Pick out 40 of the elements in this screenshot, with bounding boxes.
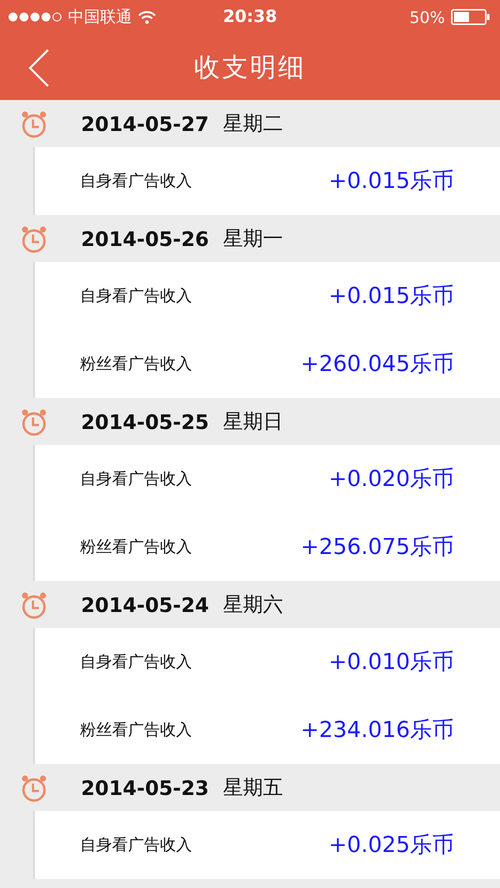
alarm-clock-icon [20, 110, 48, 138]
income-amount: +0.010乐币 [328, 649, 454, 677]
date-text: 2014-05-27 [81, 112, 209, 136]
income-amount: +256.075乐币 [300, 534, 454, 562]
battery-icon [451, 9, 490, 25]
income-amount: +234.016乐币 [300, 717, 454, 745]
page-title: 收支明细 [194, 52, 306, 84]
alarm-clock-icon [20, 590, 48, 618]
alarm-clock-icon [20, 774, 48, 802]
income-label: 粉丝看广告收入 [80, 536, 192, 558]
battery-percent: 50% [409, 8, 445, 26]
signal-icon [8, 12, 62, 22]
date-text: 2014-05-24 [81, 592, 209, 616]
date-text: 2014-05-25 [81, 410, 209, 434]
alarm-clock-icon [20, 408, 48, 436]
income-label: 粉丝看广告收入 [80, 720, 192, 740]
back-chevron-icon [28, 48, 50, 88]
income-amount: +0.015乐币 [328, 168, 454, 196]
income-amount: +0.020乐币 [328, 466, 454, 494]
date-text: 2014-05-26 [81, 226, 209, 250]
status-time: 20:38 [222, 7, 278, 27]
income-label: 自身看广告收入 [80, 170, 192, 192]
income-label: 自身看广告收入 [80, 834, 192, 856]
wifi-icon [138, 10, 156, 24]
date-text: 2014-05-23 [81, 776, 209, 800]
income-label: 自身看广告收入 [80, 468, 192, 490]
weekday-text: 星期六 [222, 591, 283, 618]
income-label: 自身看广告收入 [80, 286, 192, 306]
income-label: 自身看广告收入 [80, 652, 192, 672]
income-amount: +0.015乐币 [328, 283, 454, 311]
income-label: 粉丝看广告收入 [80, 354, 192, 374]
back-button[interactable] [28, 48, 50, 88]
weekday-text: 星期一 [222, 225, 283, 252]
carrier-name: 中国联通 [68, 6, 132, 28]
weekday-text: 星期二 [222, 110, 283, 137]
weekday-text: 星期日 [222, 408, 283, 435]
income-amount: +260.045乐币 [300, 351, 454, 379]
income-amount: +0.025乐币 [328, 832, 454, 860]
alarm-clock-icon [20, 224, 48, 252]
weekday-text: 星期五 [222, 774, 283, 801]
